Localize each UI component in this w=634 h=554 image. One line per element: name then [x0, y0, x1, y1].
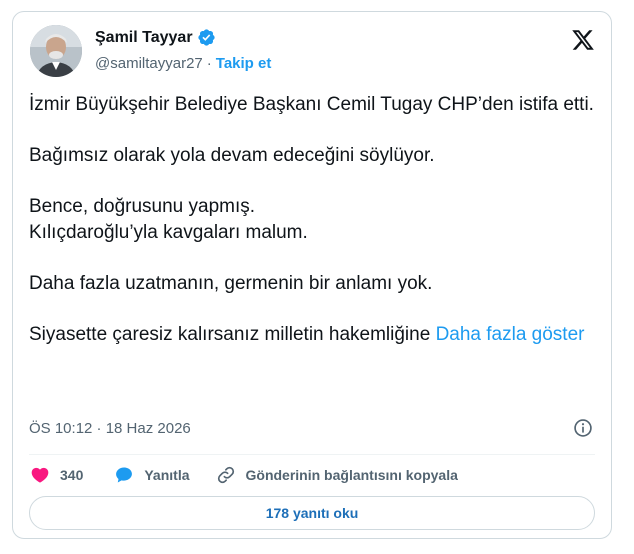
x-logo-icon[interactable] [571, 28, 595, 52]
tweet-text: İzmir Büyükşehir Belediye Başkanı Cemil … [29, 92, 599, 348]
tweet-paragraph-text: Siyasette çaresiz kalırsanız milletin ha… [29, 324, 431, 345]
author-name[interactable]: Şamil Tayyar [95, 29, 193, 47]
info-icon[interactable] [573, 418, 593, 438]
tweet-paragraph-last: Siyasette çaresiz kalırsanız milletin ha… [29, 322, 599, 348]
like-count: 340 [60, 467, 84, 483]
read-replies-button[interactable]: 178 yanıtı oku [29, 496, 595, 530]
show-more-link[interactable]: Daha fazla göster [436, 324, 585, 345]
copy-link-label: Gönderinin bağlantısını kopyala [245, 467, 458, 483]
reply-label: Yanıtla [144, 467, 190, 483]
tweet-timestamp[interactable]: ÖS 10:12 · 18 Haz 2026 [29, 420, 191, 437]
author-handle-row: @samiltayyar27 · Takip et [95, 55, 271, 72]
link-icon [217, 466, 234, 484]
author-name-row: Şamil Tayyar [95, 28, 216, 47]
avatar[interactable] [30, 25, 82, 77]
copy-link-button[interactable]: Gönderinin bağlantısını kopyala [216, 465, 458, 485]
separator-dot: · [206, 55, 212, 72]
follow-button[interactable]: Takip et [216, 55, 272, 72]
avatar-photo [30, 25, 82, 77]
tweet-paragraph: Kılıçdaroğlu’yla kavgaları malum. [29, 222, 308, 243]
like-button[interactable]: 340 [30, 465, 114, 485]
tweet-card: Şamil Tayyar @samiltayyar27 · Takip et İ… [12, 11, 612, 539]
reply-bubble-icon [116, 467, 133, 483]
action-bar: 340 Yanıtla Gönderinin bağlantısını kopy… [30, 462, 458, 488]
divider [29, 454, 595, 455]
verified-badge-icon [197, 29, 215, 46]
reply-button[interactable]: Yanıtla [114, 465, 215, 485]
heart-icon [31, 467, 49, 483]
tweet-paragraph: İzmir Büyükşehir Belediye Başkanı Cemil … [29, 94, 594, 115]
tweet-paragraph: Daha fazla uzatmanın, germenin bir anlam… [29, 273, 433, 294]
tweet-paragraph: Bağımsız olarak yola devam edeceğini söy… [29, 145, 435, 166]
tweet-paragraph: Bence, doğrusunu yapmış. [29, 196, 256, 217]
author-handle[interactable]: @samiltayyar27 [95, 55, 203, 72]
